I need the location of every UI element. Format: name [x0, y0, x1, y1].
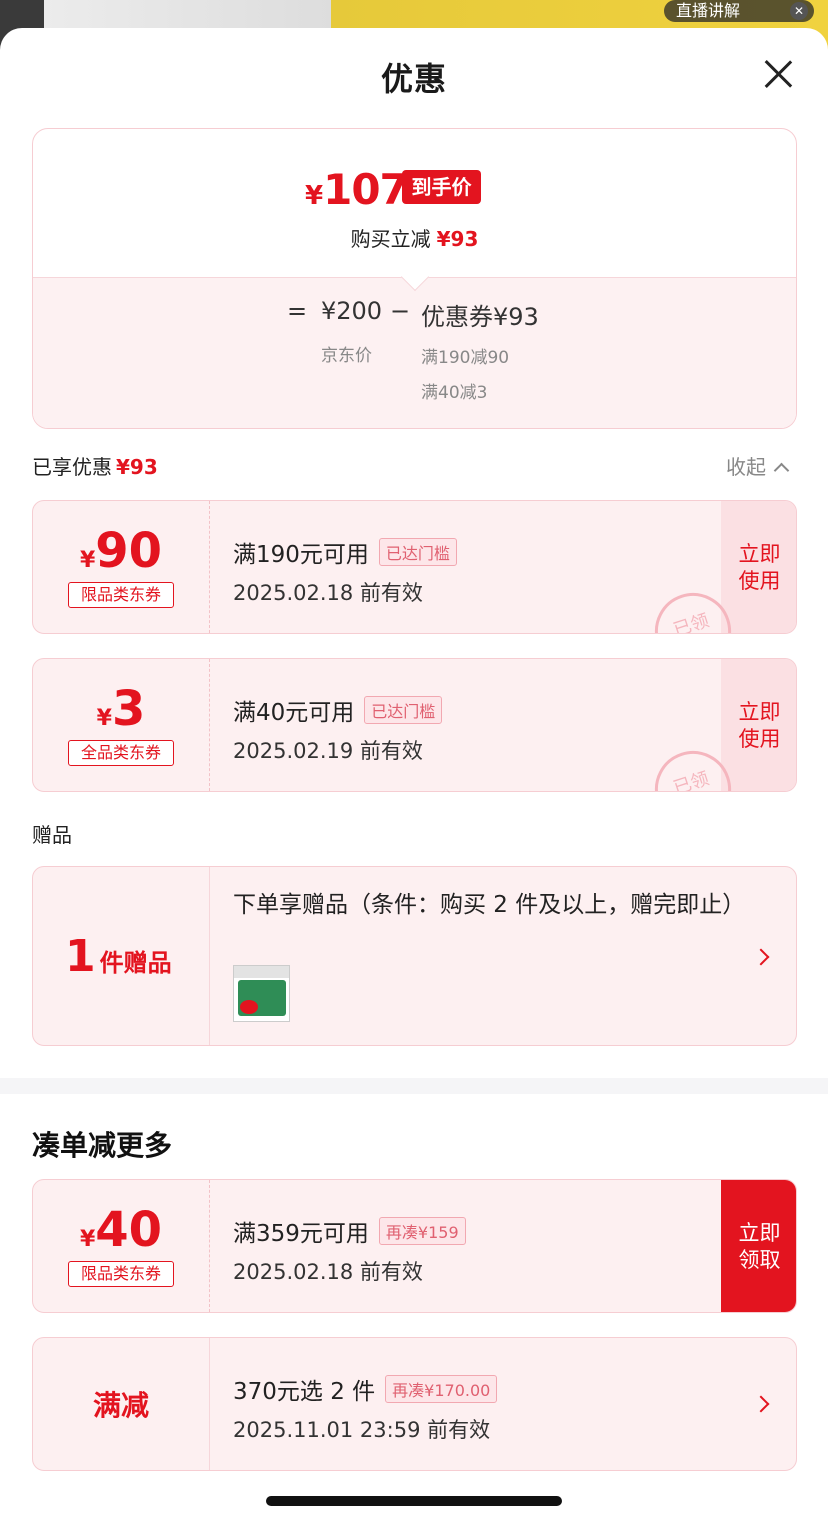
coupon-validity: 2025.02.19 前有效 — [233, 739, 423, 763]
full-reduction-condition-text: 370元选 2 件 — [233, 1379, 376, 1405]
promotions-sheet: 优惠 ¥107 到手价 购买立减 ¥93 = ¥200 京东价 − 优惠券¥93 … — [0, 28, 828, 1521]
final-price-value: 107 — [323, 165, 409, 214]
price-breakdown-area — [33, 277, 796, 428]
base-price: ¥200 — [321, 297, 383, 325]
coupon-currency: ¥ — [79, 548, 96, 573]
claim-now-button[interactable]: 立即 领取 — [721, 1180, 796, 1312]
minus-sign: − — [390, 297, 411, 325]
sheet-title: 优惠 — [380, 60, 447, 98]
coupon-amount: 90 — [95, 523, 163, 579]
coupon-condition-text: 满40元可用 — [233, 700, 355, 726]
coupon-value: ¥3 — [33, 681, 209, 737]
coupon-amount: 40 — [95, 1202, 163, 1258]
coupon-condition: 满190减90 — [421, 348, 510, 368]
chevron-right-icon — [752, 948, 770, 966]
gift-description: 下单享赠品（条件：购买 2 件及以上，赠完即止） — [233, 892, 746, 918]
chevron-right-icon — [752, 1395, 770, 1413]
use-now-button[interactable]: 立即 使用 — [721, 659, 796, 791]
reduction-label: 购买立减 — [350, 227, 431, 251]
equals-sign: = — [287, 297, 308, 325]
threshold-reached-badge: 已达门槛 — [378, 538, 457, 566]
gift-product-thumbnail[interactable] — [233, 965, 290, 1022]
coupon-value: ¥90 — [33, 523, 209, 579]
coupon-currency: ¥ — [79, 1227, 96, 1252]
coupon-card: ¥40 限品类东券 满359元可用 再凑¥159 2025.02.18 前有效 立… — [32, 1179, 797, 1313]
coupon-divider — [209, 659, 210, 791]
coupon-condition: 满359元可用 再凑¥159 — [233, 1214, 466, 1248]
coupon-card: ¥3 全品类东券 满40元可用 已达门槛 2025.02.19 前有效 立即 使用 … — [32, 658, 797, 792]
thumbnail-header — [234, 966, 289, 978]
live-close-icon[interactable]: ✕ — [790, 2, 808, 20]
enjoyed-label: 已享优惠 — [32, 455, 112, 479]
coupon-amount: 3 — [111, 681, 146, 737]
more-discount-title: 凑单减更多 — [32, 1129, 173, 1162]
coupon-divider — [209, 501, 210, 633]
section-separator — [0, 1078, 828, 1094]
live-explain-label: 直播讲解 — [676, 1, 741, 20]
close-icon[interactable] — [760, 56, 796, 92]
purchase-reduction: 购买立减 ¥93 — [33, 223, 796, 252]
chevron-up-icon — [773, 462, 790, 479]
collapse-button[interactable]: 收起 — [726, 451, 790, 480]
gift-count-number: 1 — [65, 931, 96, 982]
coupon-card: ¥90 限品类东券 满190元可用 已达门槛 2025.02.18 前有效 立即使… — [32, 500, 797, 634]
enjoyed-discount: 已享优惠 ¥93 — [32, 451, 158, 480]
coupon-validity: 2025.02.18 前有效 — [233, 1260, 423, 1284]
coupon-type-tag: 限品类东券 — [68, 1261, 174, 1287]
price-summary-card: ¥107 到手价 购买立减 ¥93 = ¥200 京东价 − 优惠券¥93 满19… — [32, 128, 797, 429]
live-explain-pill[interactable]: 直播讲解 ✕ — [664, 0, 814, 22]
thumbnail-badge — [240, 1000, 258, 1014]
full-reduction-validity: 2025.11.01 23:59 前有效 — [233, 1418, 491, 1442]
coupon-currency: ¥ — [96, 706, 112, 731]
gift-card[interactable]: 1 件赠品 下单享赠品（条件：购买 2 件及以上，赠完即止） — [32, 866, 797, 1046]
coupon-condition: 满40元可用 已达门槛 — [233, 693, 443, 727]
final-price: ¥107 — [305, 165, 409, 214]
use-now-button[interactable]: 立即 使用 — [721, 501, 796, 633]
final-price-badge: 到手价 — [402, 170, 481, 204]
coupon-value: ¥40 — [33, 1202, 209, 1258]
reduction-value: ¥93 — [436, 227, 479, 251]
coupon-type-tag: 全品类东券 — [68, 740, 174, 766]
add-more-badge: 再凑¥159 — [378, 1217, 466, 1245]
coupon-divider — [209, 1180, 210, 1312]
full-reduction-label: 满减 — [92, 1389, 149, 1422]
coupon-condition-text: 满190元可用 — [233, 542, 369, 568]
coupon-condition-text: 满359元可用 — [233, 1221, 369, 1247]
full-reduction-condition: 370元选 2 件再凑¥170.00 — [233, 1372, 498, 1406]
coupon-condition: 满40减3 — [421, 383, 488, 403]
threshold-reached-badge: 已达门槛 — [364, 696, 443, 724]
add-more-badge: 再凑¥170.00 — [385, 1375, 498, 1403]
gift-count-unit: 件赠品 — [99, 949, 172, 977]
full-reduction-divider — [209, 1338, 210, 1470]
gift-count: 1 件赠品 — [65, 931, 172, 982]
base-price-label: 京东价 — [321, 346, 372, 366]
enjoyed-value: ¥93 — [116, 455, 158, 479]
full-reduction-card[interactable]: 满减 370元选 2 件再凑¥170.00 2025.11.01 23:59 前… — [32, 1337, 797, 1471]
gift-divider — [209, 867, 210, 1045]
gift-section-label: 赠品 — [32, 823, 72, 847]
home-indicator[interactable] — [266, 1496, 562, 1506]
final-price-currency: ¥ — [305, 181, 324, 211]
coupon-condition: 满190元可用 已达门槛 — [233, 535, 457, 569]
collapse-label: 收起 — [726, 455, 766, 479]
coupon-total: 优惠券¥93 — [421, 303, 539, 331]
coupon-validity: 2025.02.18 前有效 — [233, 581, 423, 605]
coupon-type-tag: 限品类东券 — [68, 582, 174, 608]
